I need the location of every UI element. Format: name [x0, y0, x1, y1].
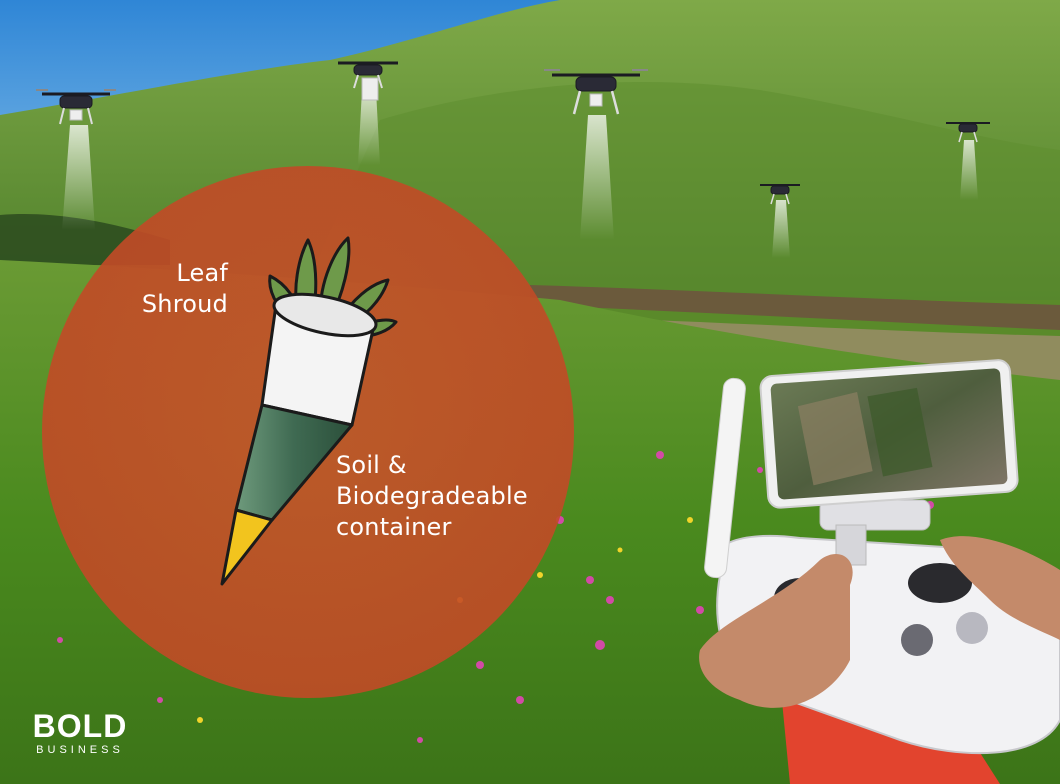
leaf-shroud-label: Leaf Shroud [118, 258, 228, 320]
drone-planting-scene [0, 0, 1060, 784]
leaf-shroud-label-line2: Shroud [141, 290, 228, 318]
soil-label-line2: Biodegradeable [336, 482, 528, 510]
soil-label-line3: container [336, 513, 452, 541]
logo-word: BOLD [32, 708, 128, 744]
soil-label-line1: Soil & [336, 451, 407, 479]
logo-subtitle: BUSINESS [36, 744, 124, 756]
bold-business-logo: BOLD BUSINESS [22, 708, 138, 760]
soil-container-label: Soil & Biodegradeable container [336, 450, 576, 543]
leaf-shroud-label-line1: Leaf [176, 259, 228, 287]
